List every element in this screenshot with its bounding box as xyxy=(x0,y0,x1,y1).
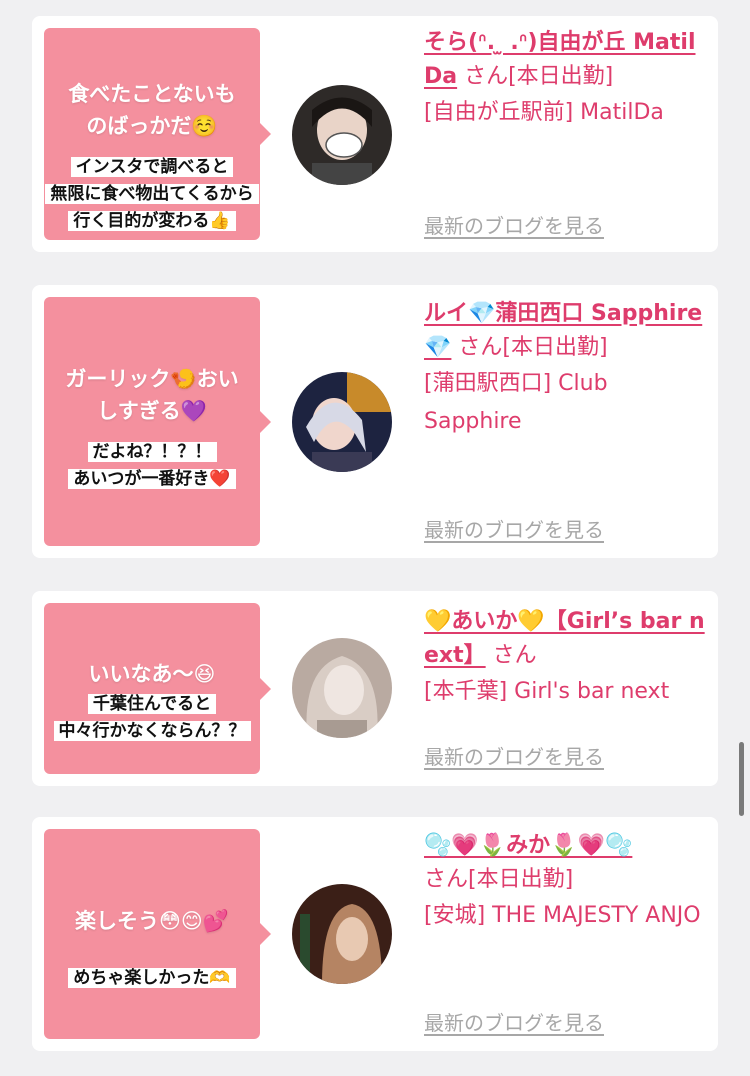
post-info: 💛あいか💛【Girl’s bar next】 さん [本千葉] Girl's b… xyxy=(424,605,708,711)
avatar-photo xyxy=(292,638,392,738)
girl-name: そら(ᐢ. ̫ .ᐢ)自由が丘 MatilDa さん[本日出勤] xyxy=(424,26,708,94)
status-text: さん[本日出勤] xyxy=(457,64,614,89)
status-text: さん[本日出勤] xyxy=(424,867,574,892)
comment-text: 食べたことないも のばっかだ☺️ xyxy=(44,78,260,142)
girl-name: 🫧💗🌷みか🌷💗🫧 さん[本日出勤] xyxy=(424,829,708,897)
girl-name-link[interactable]: 🫧💗🌷みか🌷💗🫧 xyxy=(424,833,632,858)
shop-name: [安城] THE MAJESTY ANJO xyxy=(424,903,701,928)
blog-post-card: ガーリック🍤おい しすぎる💜 だよね？！？！ あいつが一番好き❤️ ルイ💎蒲田西… xyxy=(32,285,718,558)
comment-line: しすぎる💜 xyxy=(97,399,207,423)
comment-text: ガーリック🍤おい しすぎる💜 xyxy=(44,363,260,427)
reply-line: だよね？！？！ xyxy=(87,442,217,462)
reply-line: 千葉住んでると xyxy=(87,694,217,714)
reply-text: めちゃ楽しかった🫶 xyxy=(44,965,260,992)
blog-post-card: 食べたことないも のばっかだ☺️ インスタで調べると 無限に食べ物出てくるから … xyxy=(32,16,718,252)
avatar[interactable] xyxy=(292,884,392,984)
comment-bubble[interactable]: 食べたことないも のばっかだ☺️ インスタで調べると 無限に食べ物出てくるから … xyxy=(44,28,271,240)
shop-name: [自由が丘駅前] MatilDa xyxy=(424,100,664,125)
post-info: そら(ᐢ. ̫ .ᐢ)自由が丘 MatilDa さん[本日出勤] [自由が丘駅前… xyxy=(424,26,708,132)
avatar[interactable] xyxy=(292,85,392,185)
comment-line: 食べたことないも xyxy=(68,82,236,106)
reply-line: めちゃ楽しかった🫶 xyxy=(68,968,236,988)
girl-name: ルイ💎蒲田西口 Sapphire💎 さん[本日出勤] xyxy=(424,297,708,365)
shop-name: [本千葉] Girl's bar next xyxy=(424,679,670,704)
avatar-photo xyxy=(292,884,392,984)
reply-text: 千葉住んでると 中々行かなくならん？？ xyxy=(44,691,260,745)
scrollbar[interactable] xyxy=(739,742,744,816)
comment-text: いいなあ〜😆 xyxy=(44,658,260,690)
reply-line: あいつが一番好き❤️ xyxy=(68,469,236,489)
blog-post-card: 楽しそう😳😊💕 めちゃ楽しかった🫶 🫧💗🌷みか🌷💗🫧 さん[本日出勤] [安城] … xyxy=(32,817,718,1051)
blog-post-card: いいなあ〜😆 千葉住んでると 中々行かなくならん？？ 💛あいか💛【Girl’s … xyxy=(32,591,718,786)
post-info: ルイ💎蒲田西口 Sapphire💎 さん[本日出勤] [蒲田駅西口] Club … xyxy=(424,297,708,441)
status-text: さん[本日出勤] xyxy=(451,335,608,360)
shop-name: [蒲田駅西口] Club Sapphire xyxy=(424,371,608,434)
avatar-photo xyxy=(292,372,392,472)
reply-line: 行く目的が変わる👍 xyxy=(68,211,236,231)
reply-line: 中々行かなくならん？？ xyxy=(53,721,251,741)
avatar[interactable] xyxy=(292,372,392,472)
reply-text: インスタで調べると 無限に食べ物出てくるから 行く目的が変わる👍 xyxy=(44,154,260,235)
status-text: さん xyxy=(485,643,537,668)
girl-name: 💛あいか💛【Girl’s bar next】 さん xyxy=(424,605,708,673)
avatar[interactable] xyxy=(292,638,392,738)
latest-blog-link[interactable]: 最新のブログを見る xyxy=(424,514,604,543)
comment-text: 楽しそう😳😊💕 xyxy=(44,905,260,937)
latest-blog-link[interactable]: 最新のブログを見る xyxy=(424,1007,604,1036)
latest-blog-link[interactable]: 最新のブログを見る xyxy=(424,741,604,770)
comment-bubble[interactable]: ガーリック🍤おい しすぎる💜 だよね？！？！ あいつが一番好き❤️ xyxy=(44,297,271,546)
reply-line: インスタで調べると xyxy=(70,157,234,177)
reply-text: だよね？！？！ あいつが一番好き❤️ xyxy=(44,439,260,493)
comment-line: ガーリック🍤おい xyxy=(65,367,239,391)
comment-bubble[interactable]: 楽しそう😳😊💕 めちゃ楽しかった🫶 xyxy=(44,829,271,1039)
post-info: 🫧💗🌷みか🌷💗🫧 さん[本日出勤] [安城] THE MAJESTY ANJO xyxy=(424,829,708,935)
girl-name-link[interactable]: 💛あいか💛【Girl’s bar next】 xyxy=(424,609,705,668)
comment-line: いいなあ〜😆 xyxy=(88,662,216,686)
avatar-photo xyxy=(292,85,392,185)
latest-blog-link[interactable]: 最新のブログを見る xyxy=(424,210,604,239)
reply-line: 無限に食べ物出てくるから xyxy=(45,184,259,204)
comment-bubble[interactable]: いいなあ〜😆 千葉住んでると 中々行かなくならん？？ xyxy=(44,603,271,774)
comment-line: 楽しそう😳😊💕 xyxy=(75,909,229,933)
comment-line: のばっかだ☺️ xyxy=(86,114,218,138)
